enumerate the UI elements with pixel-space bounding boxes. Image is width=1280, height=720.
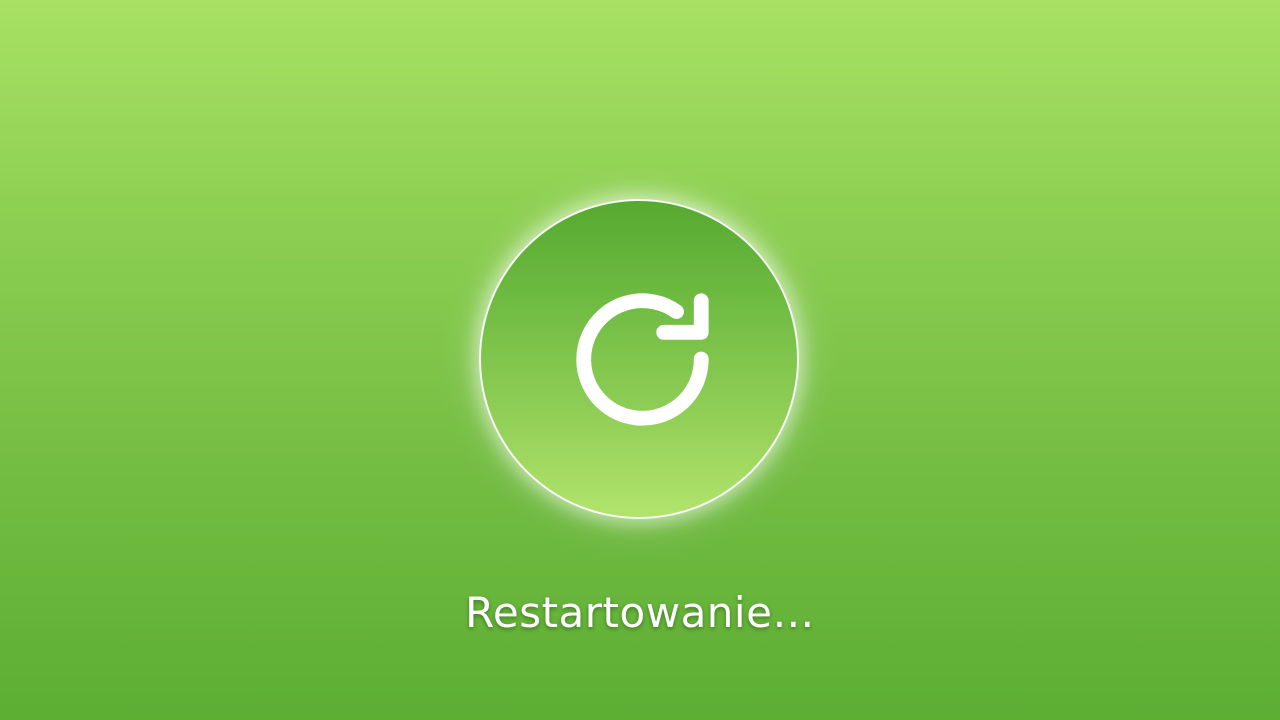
restart-icon [576, 293, 709, 426]
status-text: Restartowanie… [465, 588, 815, 637]
restart-indicator [479, 199, 799, 519]
